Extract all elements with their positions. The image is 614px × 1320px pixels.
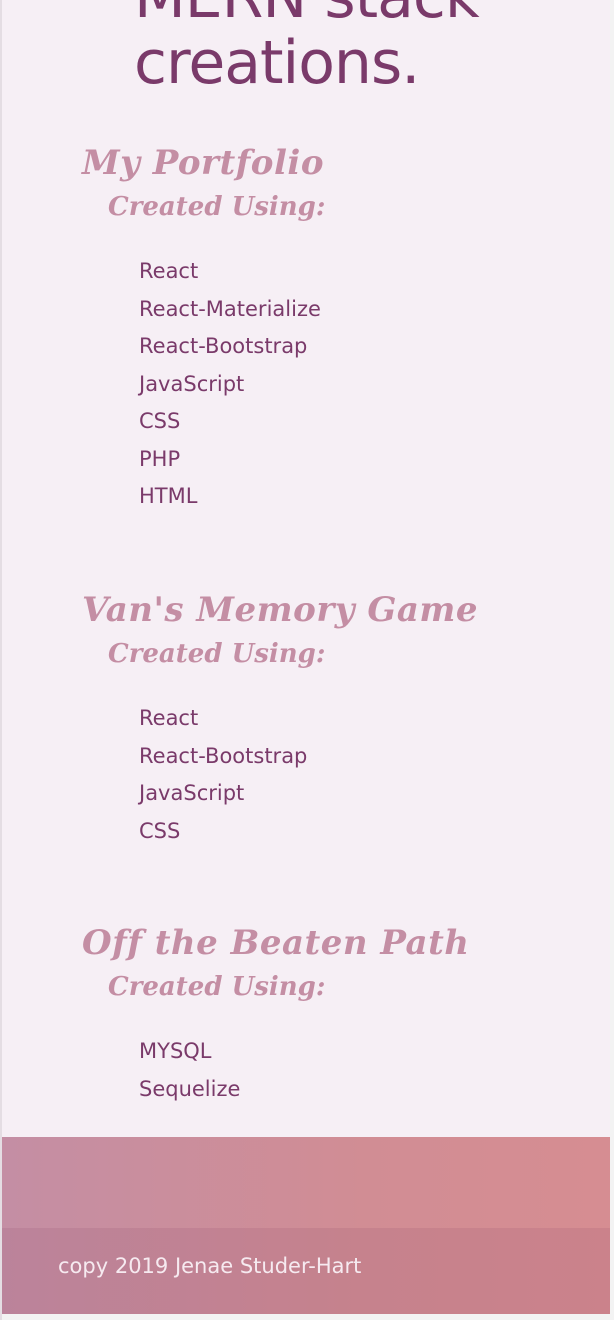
hero-line-1: MERN stack <box>134 0 480 30</box>
tech-item: Sequelize <box>139 1076 241 1101</box>
tech-list: MYSQL Sequelize <box>139 1033 582 1108</box>
tech-item: React-Bootstrap <box>139 743 308 768</box>
tech-item: HTML <box>139 484 198 508</box>
hero-heading: MERN stack creations. <box>134 0 480 98</box>
tech-list: React React-Materialize React-Bootstrap … <box>139 253 582 516</box>
tech-item: React <box>139 706 199 730</box>
created-using-heading: Created Using: <box>108 972 326 1002</box>
project-title: Van's Memory Game <box>82 590 478 630</box>
project-vans-memory-game: Van's Memory Game Created Using: React R… <box>82 590 582 850</box>
footer-copyright-bar: copy 2019 Jenae Studer-Hart <box>2 1228 610 1314</box>
tech-item: PHP <box>139 446 181 471</box>
page-content: MERN stack creations. My Portfolio Creat… <box>2 0 610 1314</box>
tech-item: CSS <box>139 409 181 433</box>
project-title: My Portfolio <box>82 143 324 183</box>
tech-item: JavaScript <box>139 371 245 396</box>
tech-item: React <box>139 259 199 283</box>
tech-item: CSS <box>139 818 181 843</box>
project-my-portfolio: My Portfolio Created Using: React React-… <box>82 143 582 516</box>
project-off-the-beaten-path: Off the Beaten Path Created Using: MYSQL… <box>82 923 582 1108</box>
hero-line-2: creations. <box>134 28 420 98</box>
tech-item: JavaScript <box>139 781 245 805</box>
tech-item: React-Materialize <box>139 296 321 321</box>
created-using-heading: Created Using: <box>108 639 326 669</box>
tech-list: React React-Bootstrap JavaScript CSS <box>139 700 582 850</box>
tech-item: MYSQL <box>139 1039 212 1063</box>
project-title: Off the Beaten Path <box>82 923 470 963</box>
footer-copyright: copy 2019 Jenae Studer-Hart <box>58 1254 362 1278</box>
tech-item: React-Bootstrap <box>139 334 308 358</box>
page-footer: copy 2019 Jenae Studer-Hart <box>2 1137 610 1314</box>
created-using-heading: Created Using: <box>108 192 326 222</box>
